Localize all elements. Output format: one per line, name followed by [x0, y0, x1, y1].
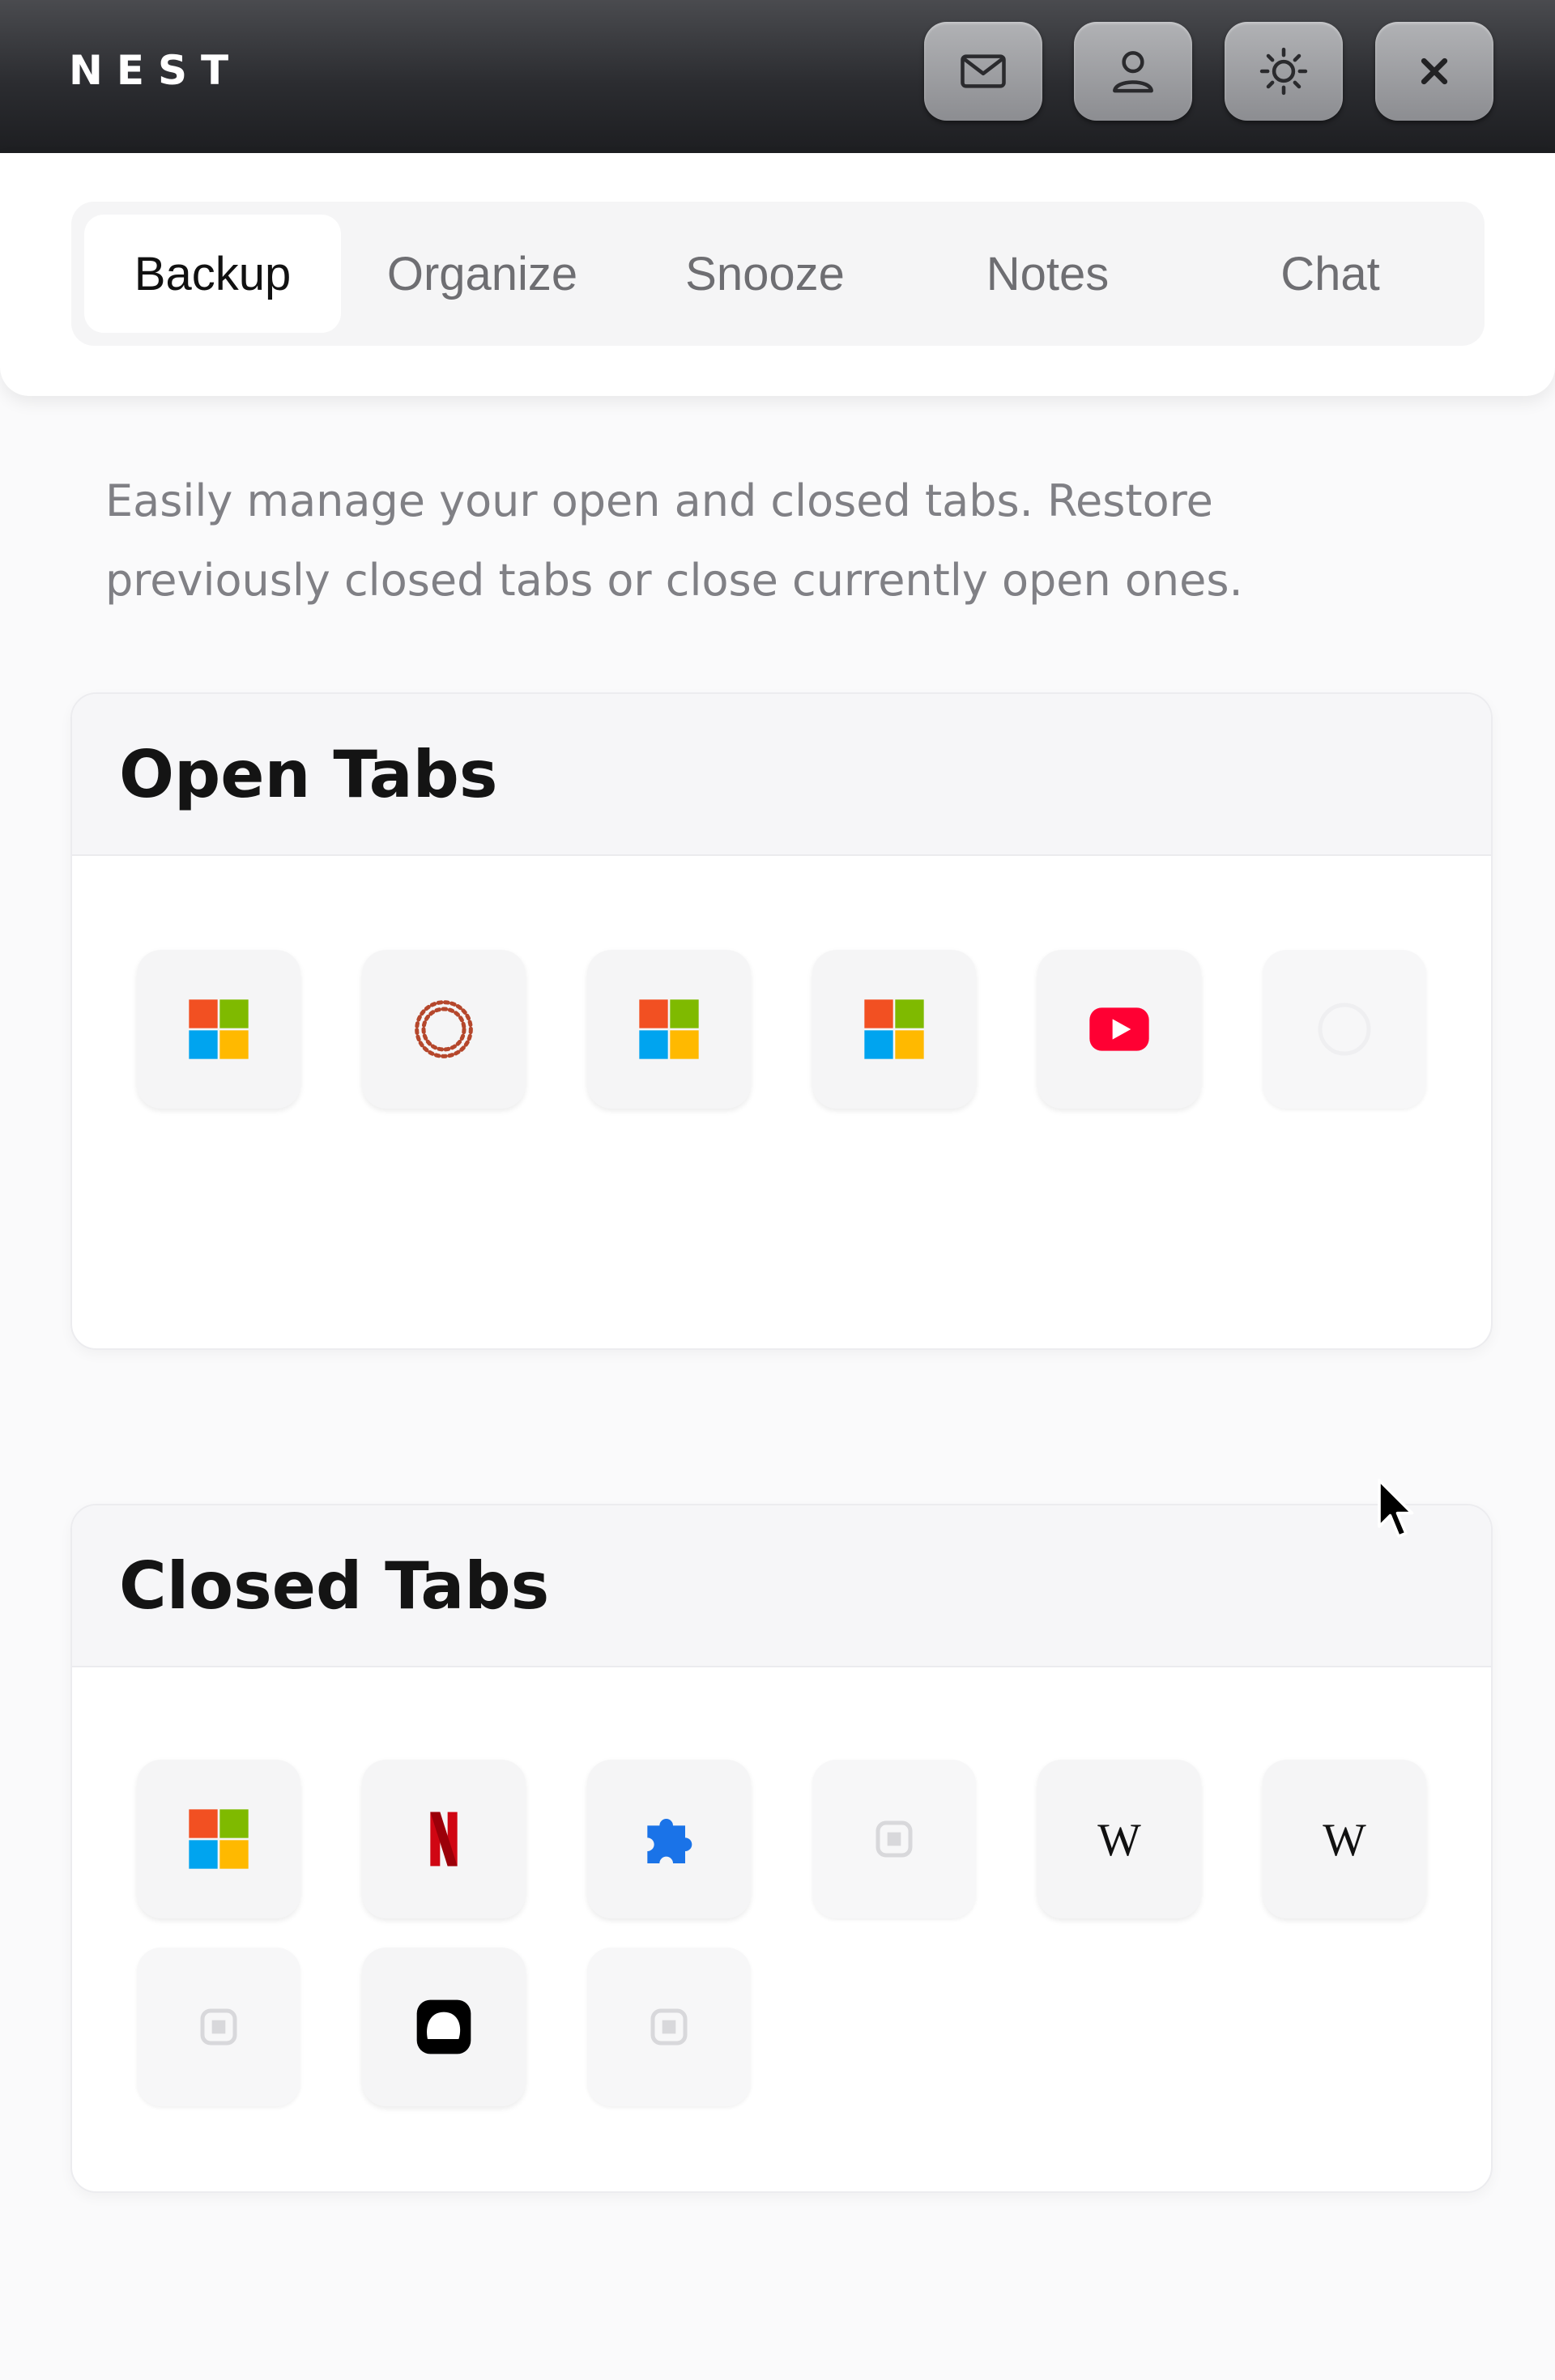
open-tab-item[interactable] [812, 950, 976, 1109]
closed-tab-item[interactable] [137, 1760, 300, 1918]
closed-tabs-title: Closed Tabs [119, 1548, 550, 1624]
user-icon [1113, 51, 1153, 93]
mail-button[interactable] [924, 22, 1042, 121]
closed-tab-item[interactable] [812, 1760, 976, 1918]
open-tab-item[interactable] [362, 950, 526, 1109]
netflix-icon [430, 1812, 458, 1867]
chat-bubble-icon [416, 1999, 471, 2054]
closed-tabs-card: Closed Tabs W W [70, 1504, 1493, 2193]
mouse-cursor-icon [1378, 1479, 1414, 1538]
tab-list: Backup Organize Snooze Notes Chat [71, 202, 1485, 346]
microsoft-icon [864, 999, 924, 1059]
wikipedia-icon: W [1097, 1816, 1141, 1866]
open-tabs-header: Open Tabs [72, 694, 1491, 856]
close-icon [1421, 57, 1448, 85]
closed-tab-item[interactable] [362, 1760, 526, 1918]
closed-tab-item[interactable] [587, 1948, 751, 2106]
app-header: NEST [0, 0, 1555, 153]
microsoft-icon [189, 999, 249, 1059]
generic-page-icon [650, 2008, 688, 2046]
microsoft-icon [639, 999, 699, 1059]
svg-text:W: W [1323, 1816, 1366, 1866]
tab-snooze[interactable]: Snooze [624, 202, 906, 346]
blank-favicon-icon [1318, 1003, 1371, 1056]
sun-icon [1259, 47, 1308, 96]
tab-bar: Backup Organize Snooze Notes Chat [0, 153, 1555, 396]
page-description: Easily manage your open and closed tabs.… [105, 475, 1243, 606]
open-tab-item[interactable] [137, 950, 300, 1109]
open-tab-item[interactable] [587, 950, 751, 1109]
generic-page-icon [875, 1820, 913, 1858]
closed-tabs-header: Closed Tabs [72, 1505, 1491, 1667]
tab-chat[interactable]: Chat [1189, 202, 1472, 346]
open-tab-item[interactable] [1037, 950, 1201, 1109]
generic-page-icon [200, 2008, 237, 2046]
dotted-circle-icon [415, 1000, 473, 1058]
mail-icon [961, 54, 1006, 88]
closed-tab-item[interactable] [137, 1948, 300, 2106]
tab-organize[interactable]: Organize [341, 202, 624, 346]
closed-tab-item[interactable]: W [1037, 1760, 1201, 1918]
theme-toggle-button[interactable] [1225, 22, 1343, 121]
closed-tab-item[interactable]: W [1263, 1760, 1426, 1918]
close-button[interactable] [1375, 22, 1493, 121]
open-tabs-title: Open Tabs [119, 736, 498, 812]
open-tabs-card: Open Tabs [70, 692, 1493, 1350]
puzzle-icon [647, 1819, 692, 1863]
account-button[interactable] [1074, 22, 1192, 121]
youtube-icon [1089, 1007, 1149, 1051]
microsoft-icon [189, 1809, 249, 1869]
closed-tab-item[interactable] [362, 1948, 526, 2106]
tab-backup[interactable]: Backup [84, 215, 341, 333]
tab-notes[interactable]: Notes [906, 202, 1189, 346]
wikipedia-icon: W [1323, 1816, 1366, 1866]
svg-text:W: W [1097, 1816, 1141, 1866]
brand-logo: NEST [69, 47, 243, 94]
closed-tab-item[interactable] [587, 1760, 751, 1918]
open-tab-item[interactable] [1263, 950, 1426, 1109]
